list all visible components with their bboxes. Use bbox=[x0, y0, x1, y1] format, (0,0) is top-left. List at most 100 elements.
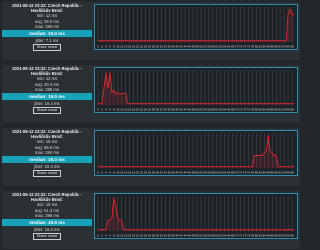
data-point bbox=[172, 166, 174, 168]
data-point bbox=[287, 229, 289, 231]
data-point bbox=[178, 166, 180, 168]
data-point bbox=[159, 103, 160, 105]
data-point bbox=[204, 40, 206, 42]
data-point bbox=[273, 155, 275, 156]
data-point bbox=[149, 166, 150, 168]
data-point bbox=[279, 166, 281, 168]
data-point bbox=[230, 40, 231, 42]
result-card: 2021-06-12 23:22: Czech Republic - Havlí… bbox=[2, 2, 300, 60]
data-point bbox=[250, 229, 251, 231]
data-point bbox=[166, 103, 168, 105]
data-point bbox=[196, 229, 198, 231]
chart-svg: 0 2 4 6 8 10 12 14 16 18 20 22 24 26 28 30 32 34 36 38 40 42 4… bbox=[97, 196, 295, 238]
data-point bbox=[172, 40, 174, 42]
data-point bbox=[210, 229, 212, 231]
share-result-button[interactable]: Share result bbox=[32, 170, 62, 178]
median-badge: median: 16.0 ms bbox=[2, 93, 92, 101]
data-point bbox=[176, 229, 178, 231]
data-point bbox=[293, 166, 295, 168]
data-point bbox=[164, 229, 166, 231]
data-point bbox=[125, 92, 127, 94]
data-point bbox=[269, 40, 271, 42]
data-point bbox=[157, 229, 158, 231]
data-point bbox=[182, 166, 184, 168]
series-area bbox=[98, 135, 294, 168]
data-point bbox=[279, 40, 281, 42]
data-point bbox=[147, 166, 148, 168]
data-point bbox=[265, 229, 267, 231]
data-point bbox=[265, 150, 267, 152]
data-point bbox=[117, 166, 119, 168]
x-tick-label: 98 bbox=[290, 45, 294, 49]
data-point bbox=[123, 92, 125, 94]
data-point bbox=[188, 166, 190, 168]
data-point bbox=[226, 166, 228, 168]
data-point bbox=[216, 229, 218, 231]
data-point bbox=[254, 40, 255, 42]
data-point bbox=[232, 166, 233, 168]
results-page: 2021-06-12 23:22: Czech Republic - Havlí… bbox=[0, 0, 314, 250]
data-point bbox=[141, 40, 142, 42]
data-point bbox=[228, 103, 230, 105]
ping-chart: 0 2 4 6 8 10 12 14 16 18 20 22 24 26 28 30 32 34 36 38 40 42 4… bbox=[94, 4, 298, 50]
data-point bbox=[145, 166, 146, 168]
data-point bbox=[190, 166, 192, 168]
data-point bbox=[271, 229, 273, 231]
data-point bbox=[287, 103, 289, 105]
data-point bbox=[180, 40, 182, 42]
data-point bbox=[129, 40, 131, 42]
data-point bbox=[293, 229, 295, 231]
data-point bbox=[172, 103, 174, 105]
data-point bbox=[180, 103, 182, 105]
data-point bbox=[99, 229, 101, 231]
data-point bbox=[109, 219, 111, 221]
data-point bbox=[222, 103, 224, 105]
data-point bbox=[153, 40, 154, 42]
data-point bbox=[135, 40, 136, 42]
data-point bbox=[220, 40, 222, 42]
data-point bbox=[204, 229, 206, 231]
data-point bbox=[182, 229, 184, 231]
data-point bbox=[222, 40, 224, 42]
data-point bbox=[192, 40, 194, 42]
data-point bbox=[212, 229, 214, 231]
data-point bbox=[113, 89, 115, 91]
data-point bbox=[194, 40, 196, 42]
data-point bbox=[166, 229, 168, 231]
data-point bbox=[192, 166, 194, 168]
data-point bbox=[194, 229, 196, 231]
data-point bbox=[119, 40, 121, 42]
data-point bbox=[246, 103, 247, 105]
data-point bbox=[275, 229, 277, 231]
data-point bbox=[105, 166, 107, 168]
data-point bbox=[242, 229, 243, 231]
data-point bbox=[129, 229, 131, 231]
data-point bbox=[256, 229, 257, 231]
data-point bbox=[242, 40, 243, 42]
data-point bbox=[224, 40, 226, 42]
data-point bbox=[155, 166, 156, 168]
data-point bbox=[164, 166, 166, 168]
x-tick-label: 4 bbox=[105, 45, 107, 49]
data-point bbox=[176, 166, 178, 168]
x-tick-label: 6 bbox=[109, 234, 111, 238]
share-result-button[interactable]: Share result bbox=[32, 107, 62, 115]
data-point bbox=[101, 166, 103, 168]
data-point bbox=[162, 40, 164, 42]
data-point bbox=[186, 166, 188, 168]
share-result-button[interactable]: Share result bbox=[32, 233, 62, 241]
data-point bbox=[216, 103, 218, 105]
data-point bbox=[99, 166, 101, 168]
data-point bbox=[218, 166, 220, 168]
data-point bbox=[135, 166, 136, 168]
data-point bbox=[143, 166, 144, 168]
data-point bbox=[127, 103, 129, 105]
data-point bbox=[119, 219, 121, 221]
data-point bbox=[236, 166, 237, 168]
x-tick-label: 8 bbox=[113, 171, 115, 175]
data-point bbox=[159, 40, 160, 42]
data-point bbox=[198, 166, 200, 168]
data-point bbox=[218, 229, 220, 231]
share-result-button[interactable]: Share result bbox=[32, 44, 62, 52]
data-point bbox=[161, 166, 162, 168]
